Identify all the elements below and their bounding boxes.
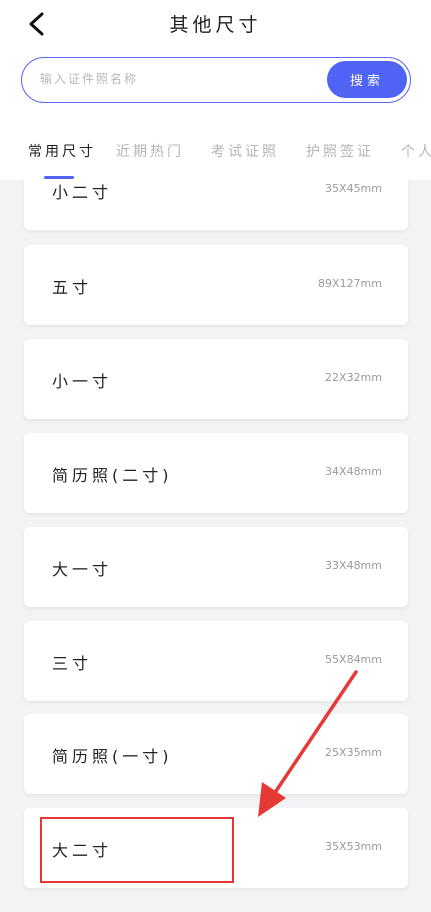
- highlight-box: [40, 817, 234, 883]
- size-name: 三寸: [52, 654, 93, 673]
- category-tabs: 常用尺寸 近期热门 考试证照 护照签证 个人: [0, 138, 431, 174]
- size-dimensions: 34X48mm: [325, 465, 382, 478]
- size-dimensions: 89X127mm: [318, 277, 382, 290]
- size-name: 小一寸: [52, 372, 113, 391]
- size-name: 小二寸: [52, 183, 113, 202]
- size-dimensions: 55X84mm: [325, 653, 382, 666]
- size-name: 简历照(一寸): [52, 747, 173, 766]
- size-card-three-inch[interactable]: 三寸 55X84mm: [24, 621, 408, 701]
- size-name: 简历照(二寸): [52, 466, 173, 485]
- search-button[interactable]: 搜索: [327, 61, 407, 98]
- size-dimensions: 35X53mm: [325, 840, 382, 853]
- size-dimensions: 35X45mm: [325, 182, 382, 195]
- active-tab-indicator: [44, 176, 74, 179]
- size-name: 大一寸: [52, 560, 113, 579]
- tab-personal[interactable]: 个人: [401, 141, 431, 161]
- size-card-five-inch[interactable]: 五寸 89X127mm: [24, 245, 408, 325]
- tab-exam-photos[interactable]: 考试证照: [211, 141, 279, 161]
- page-title: 其他尺寸: [169, 14, 262, 36]
- tab-recent-popular[interactable]: 近期热门: [116, 141, 184, 161]
- search-input[interactable]: 输入证件照名称: [40, 70, 138, 87]
- size-dimensions: 22X32mm: [325, 371, 382, 384]
- size-card-large-one-inch[interactable]: 大一寸 33X48mm: [24, 527, 408, 607]
- tab-passport-visa[interactable]: 护照签证: [306, 141, 374, 161]
- size-dimensions: 25X35mm: [325, 746, 382, 759]
- size-card-resume-two-inch[interactable]: 简历照(二寸) 34X48mm: [24, 433, 408, 513]
- search-bar: 输入证件照名称 搜索: [21, 57, 411, 103]
- size-card-resume-one-inch[interactable]: 简历照(一寸) 25X35mm: [24, 714, 408, 794]
- size-card-small-one-inch[interactable]: 小一寸 22X32mm: [24, 339, 408, 419]
- size-dimensions: 33X48mm: [325, 559, 382, 572]
- top-bar: 其他尺寸 输入证件照名称 搜索 常用尺寸 近期热门 考试证照 护照签证 个人: [0, 0, 431, 180]
- size-name: 五寸: [52, 278, 93, 297]
- tab-common-sizes[interactable]: 常用尺寸: [28, 141, 96, 161]
